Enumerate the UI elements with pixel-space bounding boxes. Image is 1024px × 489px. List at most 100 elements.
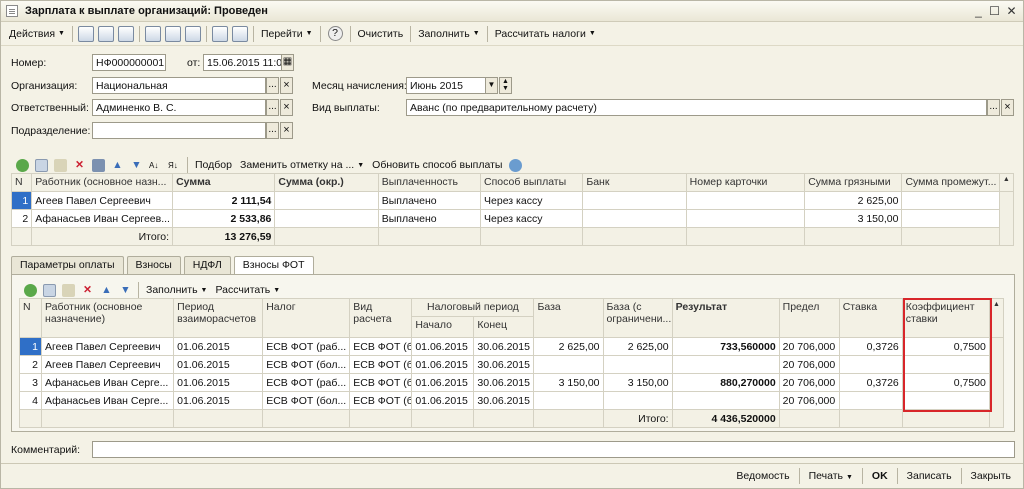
tab-ndfl[interactable]: НДФЛ bbox=[183, 256, 231, 274]
cell-start[interactable]: 01.06.2015 bbox=[411, 355, 475, 374]
resp-select-button[interactable]: ... bbox=[266, 99, 279, 116]
cell-tax[interactable]: ЕСВ ФОТ (раб... bbox=[262, 373, 351, 392]
calc-taxes-menu[interactable]: Рассчитать налоги ▼ bbox=[491, 24, 600, 44]
close-icon[interactable]: ✕ bbox=[1004, 4, 1019, 18]
cell-bank[interactable] bbox=[582, 209, 687, 228]
cell-result[interactable] bbox=[671, 391, 780, 410]
cell-start[interactable]: 01.06.2015 bbox=[411, 337, 475, 356]
column-header[interactable]: Сумма промежут... bbox=[901, 173, 1000, 192]
cell-limit[interactable]: 20 706,000 bbox=[778, 355, 840, 374]
cell-period[interactable]: 01.06.2015 bbox=[173, 373, 264, 392]
movements-icon[interactable] bbox=[164, 25, 181, 42]
cell-interim-sum[interactable] bbox=[901, 209, 1000, 228]
cell-pay-method[interactable]: Через кассу bbox=[480, 209, 584, 228]
new-based-on-icon[interactable] bbox=[184, 25, 201, 42]
cell-base-limit[interactable] bbox=[602, 355, 673, 374]
cell-rate[interactable]: 0,3726 bbox=[838, 373, 903, 392]
help-button[interactable]: ? bbox=[324, 24, 347, 44]
sort-asc-icon[interactable]: A↓ bbox=[149, 159, 162, 172]
tab-payment-params[interactable]: Параметры оплаты bbox=[11, 256, 124, 274]
cell-base[interactable] bbox=[533, 391, 604, 410]
cell-rate[interactable] bbox=[838, 355, 903, 374]
column-header[interactable]: Сумма грязными bbox=[804, 173, 903, 192]
move-up-icon[interactable]: ▲ bbox=[111, 159, 124, 172]
table-row[interactable]: 3 Афанасьев Иван Серге... 01.06.2015 ЕСВ… bbox=[18, 373, 1004, 392]
cell-worker[interactable]: Афанасьев Иван Сергеев... bbox=[31, 209, 174, 228]
cell-tax[interactable]: ЕСВ ФОТ (бол... bbox=[262, 355, 351, 374]
column-header[interactable]: Сумма bbox=[172, 173, 276, 192]
column-header[interactable]: Работник (основное назначение) bbox=[41, 298, 175, 338]
structure-icon[interactable] bbox=[144, 25, 161, 42]
column-header[interactable]: База (с ограничени... bbox=[602, 298, 673, 338]
date-picker-icon[interactable]: ▦ bbox=[281, 54, 294, 71]
delete-row-icon[interactable]: ✕ bbox=[81, 284, 94, 297]
select-button[interactable]: Подбор bbox=[191, 155, 236, 175]
ok-button[interactable]: OK bbox=[866, 470, 894, 482]
list-icon[interactable] bbox=[211, 25, 228, 42]
fill-menu[interactable]: Заполнить ▼ bbox=[414, 24, 483, 44]
edit-row-icon[interactable] bbox=[54, 158, 67, 172]
cell-end[interactable]: 30.06.2015 bbox=[473, 355, 535, 374]
cell-end[interactable]: 30.06.2015 bbox=[473, 373, 535, 392]
copy-row-icon[interactable] bbox=[35, 158, 48, 172]
cell-tax[interactable]: ЕСВ ФОТ (раб... bbox=[262, 337, 351, 356]
cell-bank[interactable] bbox=[582, 191, 687, 210]
cell-sum[interactable]: 2 111,54 bbox=[172, 191, 276, 210]
cell-worker[interactable]: Агеев Павел Сергеевич bbox=[31, 191, 174, 210]
column-header[interactable]: База bbox=[533, 298, 604, 338]
table-settings-icon[interactable] bbox=[231, 25, 248, 42]
cell-calc-type[interactable]: ЕСВ ФОТ (бол... bbox=[349, 337, 413, 356]
cell-period[interactable]: 01.06.2015 bbox=[173, 391, 264, 410]
cell-pay-method[interactable]: Через кассу bbox=[480, 191, 584, 210]
fot-contributions-table[interactable]: N Работник (основное назначение) Период … bbox=[18, 298, 1005, 428]
column-header[interactable]: Период взаиморасчетов bbox=[173, 298, 264, 338]
month-spin-icon[interactable]: ▲ ▼ bbox=[499, 77, 512, 94]
cell-base-limit[interactable]: 2 625,00 bbox=[602, 337, 673, 356]
replace-mark-menu[interactable]: Заменить отметку на ... ▼ bbox=[236, 155, 368, 175]
minimize-icon[interactable]: _ bbox=[971, 4, 986, 18]
table-row[interactable]: 4 Афанасьев Иван Серге... 01.06.2015 ЕСВ… bbox=[18, 391, 1004, 410]
post-document-icon[interactable] bbox=[77, 25, 94, 42]
save-button[interactable]: Записать bbox=[901, 470, 958, 482]
cell-limit[interactable]: 20 706,000 bbox=[778, 373, 840, 392]
cell-sum-rounded[interactable] bbox=[274, 191, 379, 210]
table-row[interactable]: 1 Агеев Павел Сергеевич 2 111,54 Выплаче… bbox=[10, 191, 1015, 246]
cell-worker[interactable]: Агеев Павел Сергеевич bbox=[41, 355, 175, 374]
column-header[interactable]: Конец bbox=[473, 316, 535, 338]
column-header[interactable]: Банк bbox=[582, 173, 687, 192]
payments-table[interactable]: N Работник (основное назн... Сумма Сумма… bbox=[10, 173, 1015, 246]
cell-worker[interactable]: Афанасьев Иван Серге... bbox=[41, 391, 175, 410]
month-dropdown-icon[interactable]: ▼ bbox=[485, 77, 498, 94]
column-header[interactable]: Ставка bbox=[838, 298, 903, 338]
column-header[interactable]: Способ выплаты bbox=[480, 173, 584, 192]
cell-base[interactable]: 2 625,00 bbox=[533, 337, 604, 356]
user-icon[interactable] bbox=[509, 158, 523, 172]
edit-row-icon[interactable] bbox=[62, 283, 75, 297]
scrollbar[interactable] bbox=[998, 191, 1015, 246]
cell-paid-status[interactable]: Выплачено bbox=[377, 191, 482, 210]
cell-start[interactable]: 01.06.2015 bbox=[411, 373, 475, 392]
column-header[interactable]: Выплаченность bbox=[377, 173, 482, 192]
cell-start[interactable]: 01.06.2015 bbox=[411, 391, 475, 410]
clear-button[interactable]: Очистить bbox=[354, 24, 408, 44]
goto-menu[interactable]: Перейти ▼ bbox=[257, 24, 317, 44]
cell-result[interactable] bbox=[671, 355, 780, 374]
cell-base[interactable]: 3 150,00 bbox=[533, 373, 604, 392]
date-field[interactable]: 15.06.2015 11:0 bbox=[203, 54, 282, 71]
cell-paid-status[interactable]: Выплачено bbox=[377, 209, 482, 228]
resp-clear-icon[interactable]: × bbox=[280, 99, 293, 116]
cell-base[interactable] bbox=[533, 355, 604, 374]
cell-calc-type[interactable]: ЕСВ ФОТ (бол... bbox=[349, 355, 413, 374]
org-select-button[interactable]: ... bbox=[266, 77, 279, 94]
cell-sum[interactable]: 2 533,86 bbox=[172, 209, 276, 228]
paytype-field[interactable]: Аванс (по предварительному расчету) bbox=[406, 99, 987, 116]
cell-end[interactable]: 30.06.2015 bbox=[473, 391, 535, 410]
cell-worker[interactable]: Агеев Павел Сергеевич bbox=[41, 337, 175, 356]
paytype-select-button[interactable]: ... bbox=[987, 99, 1000, 116]
cell-gross-sum[interactable]: 3 150,00 bbox=[804, 209, 903, 228]
column-header[interactable]: N bbox=[10, 173, 33, 192]
cell-limit[interactable]: 20 706,000 bbox=[778, 391, 840, 410]
cell-calc-type[interactable]: ЕСВ ФОТ (бол... bbox=[349, 391, 413, 410]
cell-period[interactable]: 01.06.2015 bbox=[173, 355, 264, 374]
add-row-icon[interactable] bbox=[24, 283, 37, 297]
